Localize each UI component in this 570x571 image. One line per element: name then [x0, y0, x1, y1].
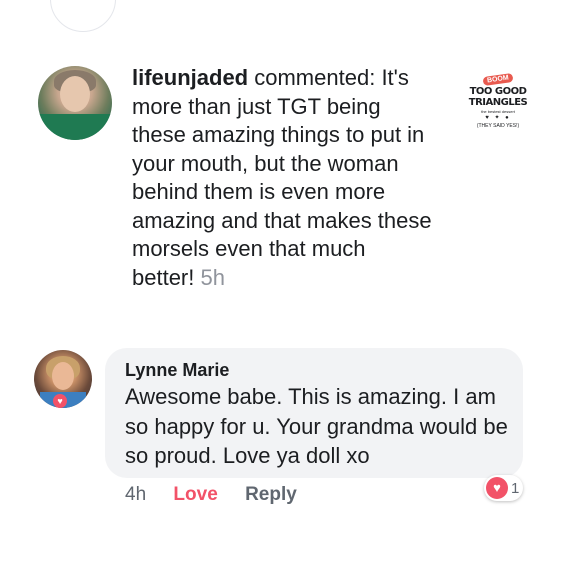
- divider: [0, 330, 570, 331]
- avatar-face: [52, 362, 74, 390]
- post-thumbnail[interactable]: BOOM TOO GOOD TRIANGLES the bestest dess…: [466, 68, 530, 148]
- thumbnail-social-icons: ♥ ✦ ●: [485, 115, 511, 121]
- comment-time: 4h: [125, 484, 147, 505]
- notification-username[interactable]: lifeunjaded: [132, 65, 248, 90]
- reply-button[interactable]: Reply: [245, 484, 297, 505]
- thumbnail-boom-badge: BOOM: [482, 72, 514, 87]
- notification-item[interactable]: lifeunjaded commented: It's more than ju…: [0, 0, 570, 330]
- avatar[interactable]: [38, 66, 112, 140]
- comment-actions: 4h Love Reply: [125, 484, 319, 506]
- thumbnail-they-said-yes: (THEY SAID YES!): [476, 123, 520, 129]
- avatar-face: [60, 76, 90, 112]
- avatar-sweater: [38, 114, 112, 140]
- thumbnail-brand-line1: TOO GOOD: [469, 86, 527, 97]
- heart-icon: ♥: [53, 394, 67, 408]
- thumbnail-brand-line2: TRIANGLES: [468, 97, 528, 108]
- notification-time: 5h: [200, 264, 225, 290]
- comment-bubble[interactable]: Lynne Marie Awesome babe. This is amazin…: [105, 348, 523, 478]
- comment-author[interactable]: Lynne Marie: [125, 360, 229, 381]
- love-reaction-icon: ♥: [486, 477, 508, 499]
- reaction-summary[interactable]: ♥ 1: [484, 475, 524, 501]
- notification-text: lifeunjaded commented: It's more than ju…: [132, 64, 432, 292]
- notification-action: commented:: [254, 65, 376, 90]
- comment-text: Awesome babe. This is amazing. I am so h…: [125, 384, 508, 468]
- notification-comment: It's more than just TGT being these amaz…: [132, 65, 432, 290]
- love-button[interactable]: Love: [173, 484, 217, 505]
- reaction-count: 1: [511, 479, 520, 497]
